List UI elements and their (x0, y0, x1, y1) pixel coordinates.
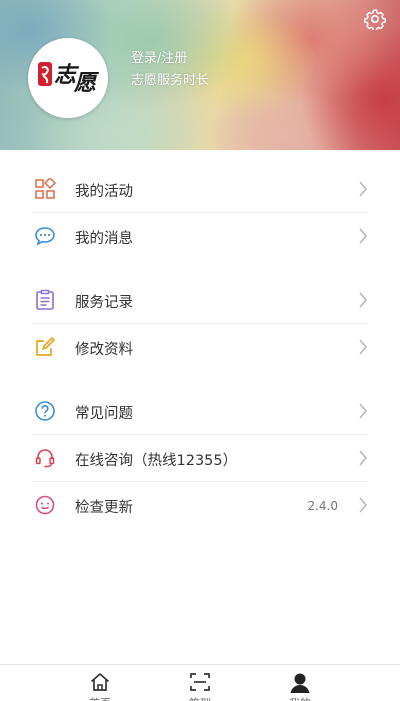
menu-item-label: 修改资料 (75, 342, 133, 358)
menu-item-label: 我的活动 (75, 184, 133, 200)
service-hours-label: 志愿服务时长 (131, 73, 210, 88)
clipboard-icon (36, 289, 54, 310)
tab-checkin[interactable]: 签到 (170, 665, 230, 701)
chevron-right-icon (359, 497, 368, 513)
tab-home[interactable]: 首页 (70, 665, 130, 701)
menu-item-online-consult[interactable]: 在线咨询（热线12355） (0, 435, 400, 482)
tab-label: 首页 (70, 695, 130, 701)
menu-item-faq[interactable]: 常见问题 (0, 388, 400, 435)
bottom-tab-bar: 首页 签到 我的 (0, 664, 400, 701)
menu-item-label: 在线咨询（热线12355） (75, 453, 238, 469)
avatar[interactable]: 志 愿 (28, 38, 108, 118)
chevron-right-icon (359, 450, 368, 466)
menu-item-label: 检查更新 (75, 500, 133, 516)
person-icon (290, 673, 310, 693)
home-icon (90, 673, 110, 691)
headset-icon (35, 449, 55, 468)
menu-item-label: 我的消息 (75, 231, 133, 247)
menu-item-edit-profile[interactable]: 修改资料 (0, 324, 400, 371)
question-icon (35, 401, 55, 421)
chat-bubble-icon (35, 227, 55, 246)
menu-group-1: 我的活动 我的消息 (0, 166, 400, 260)
update-smile-icon (35, 495, 55, 515)
profile-header: 志 愿 登录/注册 志愿服务时长 (0, 0, 400, 150)
menu-item-service-records[interactable]: 服务记录 (0, 277, 400, 324)
menu-item-my-messages[interactable]: 我的消息 (0, 213, 400, 260)
svg-text:愿: 愿 (73, 70, 100, 96)
chevron-right-icon (359, 181, 368, 197)
menu-item-label: 常见问题 (75, 406, 133, 422)
menu-item-my-activities[interactable]: 我的活动 (0, 166, 400, 213)
tab-mine[interactable]: 我的 (270, 665, 330, 701)
edit-icon (36, 337, 55, 356)
gear-icon[interactable] (364, 8, 386, 30)
scan-icon (190, 673, 210, 691)
menu-group-3: 常见问题 在线咨询（热线12355） 检查更新 2.4.0 (0, 388, 400, 529)
volunteer-logo: 志 愿 (38, 62, 100, 96)
chevron-right-icon (359, 292, 368, 308)
chevron-right-icon (359, 403, 368, 419)
grid-icon (35, 178, 56, 199)
menu-group-2: 服务记录 修改资料 (0, 277, 400, 371)
menu-item-check-update[interactable]: 检查更新 2.4.0 (0, 482, 400, 529)
chevron-right-icon (359, 228, 368, 244)
tab-label: 我的 (270, 695, 330, 701)
login-register-link[interactable]: 登录/注册 (131, 47, 187, 66)
tab-label: 签到 (170, 695, 230, 701)
chevron-right-icon (359, 339, 368, 355)
version-number: 2.4.0 (307, 499, 338, 513)
menu-item-label: 服务记录 (75, 295, 133, 311)
